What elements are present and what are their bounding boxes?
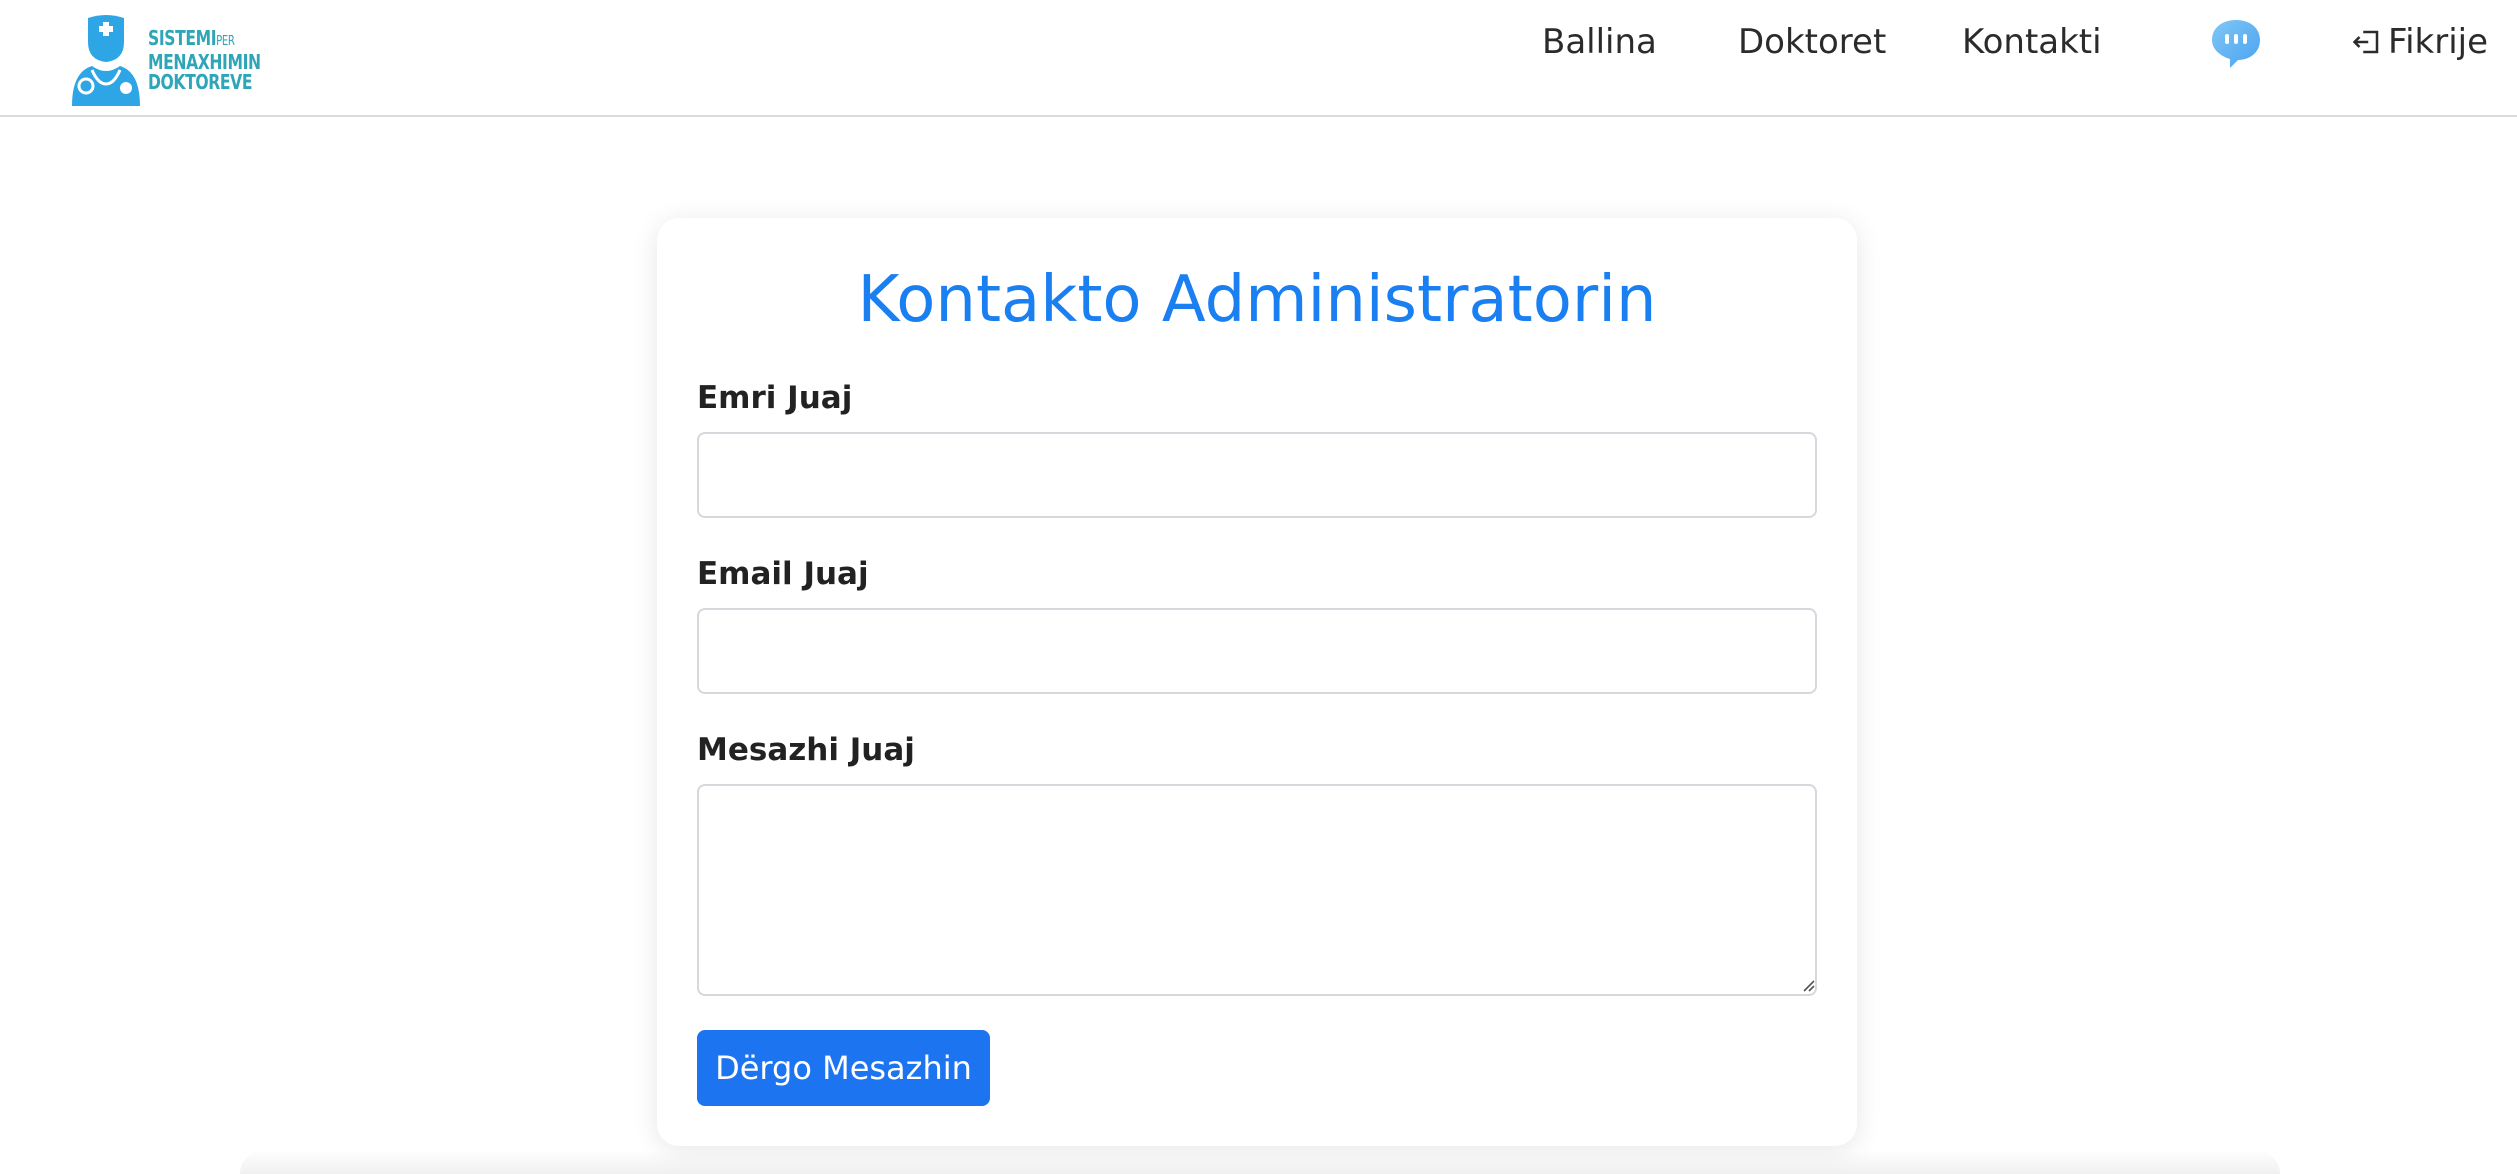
doctor-logo-icon — [72, 15, 140, 106]
contact-form-card: Kontakto Administratorin Emri Juaj Email… — [657, 218, 1857, 1146]
nav-link-kontakti[interactable]: Kontakti — [1962, 20, 2102, 64]
chat-bubble-icon[interactable] — [2210, 18, 2262, 70]
email-label: Email Juaj — [697, 556, 869, 592]
page-title: Kontakto Administratorin — [857, 263, 1657, 337]
navbar: SISTEMIPER MENAXHIMIN DOKTOREVE Ballina … — [0, 0, 2517, 117]
message-textarea[interactable] — [697, 784, 1817, 996]
name-input[interactable] — [697, 432, 1817, 518]
resize-grip-icon[interactable] — [1799, 976, 1815, 992]
logout-user-label: Fikrije — [2388, 22, 2489, 62]
logo[interactable]: SISTEMIPER MENAXHIMIN DOKTOREVE — [68, 14, 261, 106]
nav-link-doktoret[interactable]: Doktoret — [1738, 20, 1886, 64]
email-input[interactable] — [697, 608, 1817, 694]
message-field-wrapper — [657, 784, 1857, 996]
sign-out-icon — [2352, 30, 2379, 54]
name-label: Emri Juaj — [697, 380, 853, 416]
send-message-button[interactable]: Dërgo Mesazhin — [697, 1030, 990, 1106]
footer-shadow — [240, 1150, 2280, 1174]
logout-button[interactable]: Fikrije — [2352, 20, 2488, 64]
message-label: Mesazhi Juaj — [697, 732, 915, 768]
logo-text: SISTEMIPER MENAXHIMIN DOKTOREVE — [148, 26, 261, 94]
nav-link-ballina[interactable]: Ballina — [1542, 20, 1657, 64]
